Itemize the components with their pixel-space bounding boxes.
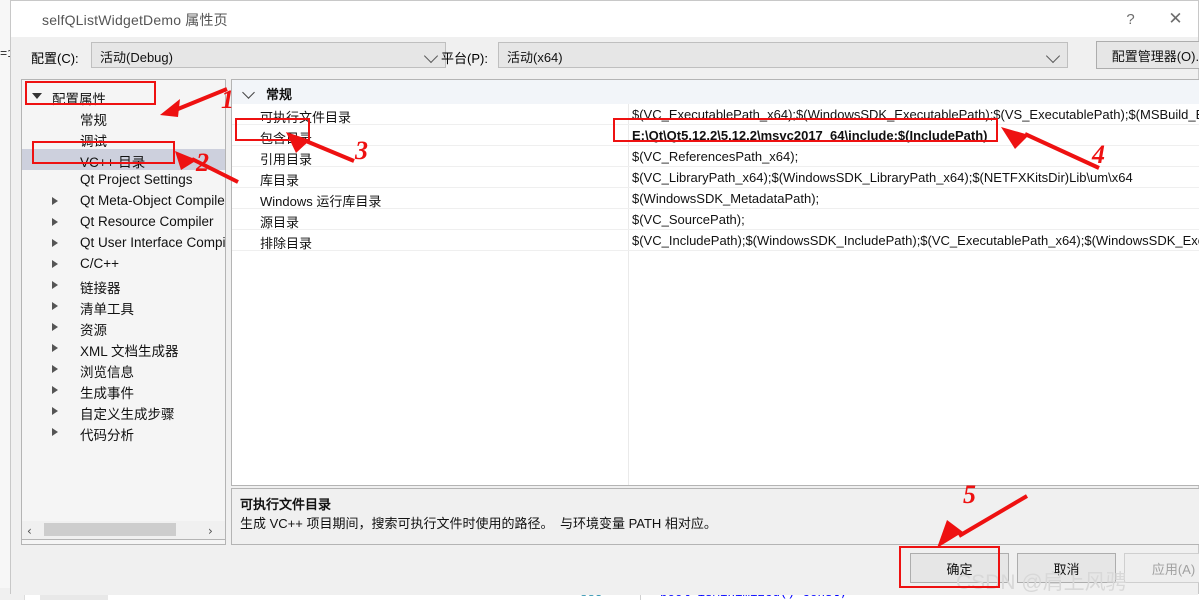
description-title: 可执行文件目录 <box>240 497 332 512</box>
property-name: 排除目录 <box>260 236 313 251</box>
property-pages-dialog: selfQListWidgetDemo 属性页 ? ✕ 配置(C): 活动(De… <box>10 0 1199 595</box>
dialog-title: selfQListWidgetDemo 属性页 <box>42 12 228 28</box>
tree-item-label: 资源 <box>80 323 107 338</box>
annotation-number-3: 3 <box>355 136 368 165</box>
tree-item[interactable]: 清单工具 <box>22 296 225 317</box>
apply-button: 应用(A) <box>1124 553 1199 583</box>
tree-horizontal-scrollbar[interactable]: ‹ › <box>21 521 226 540</box>
platform-value: 活动(x64) <box>507 50 563 65</box>
chevron-right-icon[interactable] <box>52 344 58 352</box>
tree-item-label: Qt User Interface Compiler <box>80 235 226 250</box>
description-body: 生成 VC++ 项目期间，搜索可执行文件时使用的路径。 与环境变量 PATH 相… <box>240 516 717 531</box>
property-row[interactable]: 排除目录 $(VC_IncludePath);$(WindowsSDK_Inclu… <box>232 230 1199 251</box>
chevron-right-icon[interactable] <box>52 386 58 394</box>
chevron-right-icon[interactable] <box>52 428 58 436</box>
tree-item[interactable]: XML 文档生成器 <box>22 338 225 359</box>
configuration-bar: 配置(C): 活动(Debug) 平台(P): 活动(x64) 配置管理器(O)… <box>11 37 1199 75</box>
property-name: 库目录 <box>260 173 300 188</box>
annotation-box-3 <box>235 118 310 141</box>
configuration-select[interactable]: 活动(Debug) <box>91 42 446 68</box>
chevron-down-icon <box>423 48 439 64</box>
tree-item[interactable]: Qt Project Settings <box>22 170 225 191</box>
tree-item-label: 生成事件 <box>80 386 134 401</box>
platform-select[interactable]: 活动(x64) <box>498 42 1068 68</box>
tree-item[interactable]: Qt Meta-Object Compiler <box>22 191 225 212</box>
tree-item-label: 清单工具 <box>80 302 134 317</box>
property-value[interactable]: $(VC_ReferencesPath_x64); <box>632 149 798 164</box>
property-row[interactable]: 库目录 $(VC_LibraryPath_x64);$(WindowsSDK_Li… <box>232 167 1199 188</box>
grid-category-label: 常规 <box>266 87 293 102</box>
tree-item[interactable]: 生成事件 <box>22 380 225 401</box>
chevron-down-icon <box>1045 48 1061 64</box>
property-name: 引用目录 <box>260 152 313 167</box>
tree-item[interactable]: Qt Resource Compiler <box>22 212 225 233</box>
description-panel: 可执行文件目录 生成 VC++ 项目期间，搜索可执行文件时使用的路径。 与环境变… <box>231 488 1199 545</box>
property-value[interactable]: $(VC_SourcePath); <box>632 212 745 227</box>
tree-item[interactable]: Qt User Interface Compiler <box>22 233 225 254</box>
tree-item[interactable]: 代码分析 <box>22 422 225 443</box>
configuration-value: 活动(Debug) <box>100 50 173 65</box>
tree-item[interactable]: 资源 <box>22 317 225 338</box>
annotation-box-2 <box>32 141 175 164</box>
configuration-manager-button[interactable]: 配置管理器(O)... <box>1096 41 1199 69</box>
property-value[interactable]: $(VC_LibraryPath_x64);$(WindowsSDK_Libra… <box>632 170 1133 185</box>
tree-item[interactable]: 自定义生成步骤 <box>22 401 225 422</box>
tree-item-label: Qt Resource Compiler <box>80 214 214 229</box>
property-row[interactable]: Windows 运行库目录 $(WindowsSDK_MetadataPath); <box>232 188 1199 209</box>
property-name: Windows 运行库目录 <box>260 194 382 209</box>
property-value[interactable]: $(WindowsSDK_MetadataPath); <box>632 191 819 206</box>
tree-item-label: 自定义生成步骤 <box>80 407 175 422</box>
chevron-right-icon[interactable] <box>52 239 58 247</box>
chevron-down-icon[interactable] <box>242 86 255 99</box>
annotation-box-1 <box>25 81 156 105</box>
annotation-box-5 <box>899 546 1000 588</box>
tree-item[interactable]: 链接器 <box>22 275 225 296</box>
platform-label: 平台(P): <box>441 51 488 66</box>
chevron-right-icon[interactable] <box>52 302 58 310</box>
chevron-right-icon[interactable] <box>52 218 58 226</box>
tree-item-label: 浏览信息 <box>80 365 134 380</box>
tree-item-label: 链接器 <box>80 281 121 296</box>
property-row[interactable]: 源目录 $(VC_SourcePath); <box>232 209 1199 230</box>
chevron-right-icon[interactable] <box>52 323 58 331</box>
annotation-number-2: 2 <box>196 148 209 177</box>
annotation-number-1: 1 <box>221 85 234 114</box>
property-name: 源目录 <box>260 215 300 230</box>
scroll-right-icon[interactable]: › <box>208 524 213 538</box>
tree-item-label: XML 文档生成器 <box>80 344 179 359</box>
property-value[interactable]: $(VC_IncludePath);$(WindowsSDK_IncludePa… <box>632 233 1199 248</box>
chevron-right-icon[interactable] <box>52 197 58 205</box>
tree-item[interactable]: C/C++ <box>22 254 225 275</box>
tree-item-label: 代码分析 <box>80 428 134 443</box>
annotation-number-4: 4 <box>1092 140 1105 169</box>
tree-item-label: Qt Project Settings <box>80 172 193 187</box>
chevron-right-icon[interactable] <box>52 365 58 373</box>
annotation-number-5: 5 <box>963 480 976 509</box>
property-row[interactable]: 引用目录 $(VC_ReferencesPath_x64); <box>232 146 1199 167</box>
grid-category-row[interactable]: 常规 <box>232 80 1199 104</box>
tree-item[interactable]: 浏览信息 <box>22 359 225 380</box>
chevron-right-icon[interactable] <box>52 281 58 289</box>
annotation-box-4 <box>613 118 998 142</box>
tree-item-label: 常规 <box>80 113 107 128</box>
chevron-right-icon[interactable] <box>52 260 58 268</box>
scrollbar-thumb[interactable] <box>44 523 176 536</box>
configuration-label: 配置(C): <box>31 51 79 66</box>
scroll-left-icon[interactable]: ‹ <box>27 524 32 538</box>
close-icon[interactable]: ✕ <box>1153 1 1198 37</box>
tree-item[interactable]: 常规 <box>22 107 225 128</box>
chevron-right-icon[interactable] <box>52 407 58 415</box>
tree-item-label: Qt Meta-Object Compiler <box>80 193 226 208</box>
help-icon[interactable]: ? <box>1108 1 1153 37</box>
tree-item-label: C/C++ <box>80 256 120 271</box>
dialog-titlebar: selfQListWidgetDemo 属性页 ? ✕ <box>11 1 1198 37</box>
